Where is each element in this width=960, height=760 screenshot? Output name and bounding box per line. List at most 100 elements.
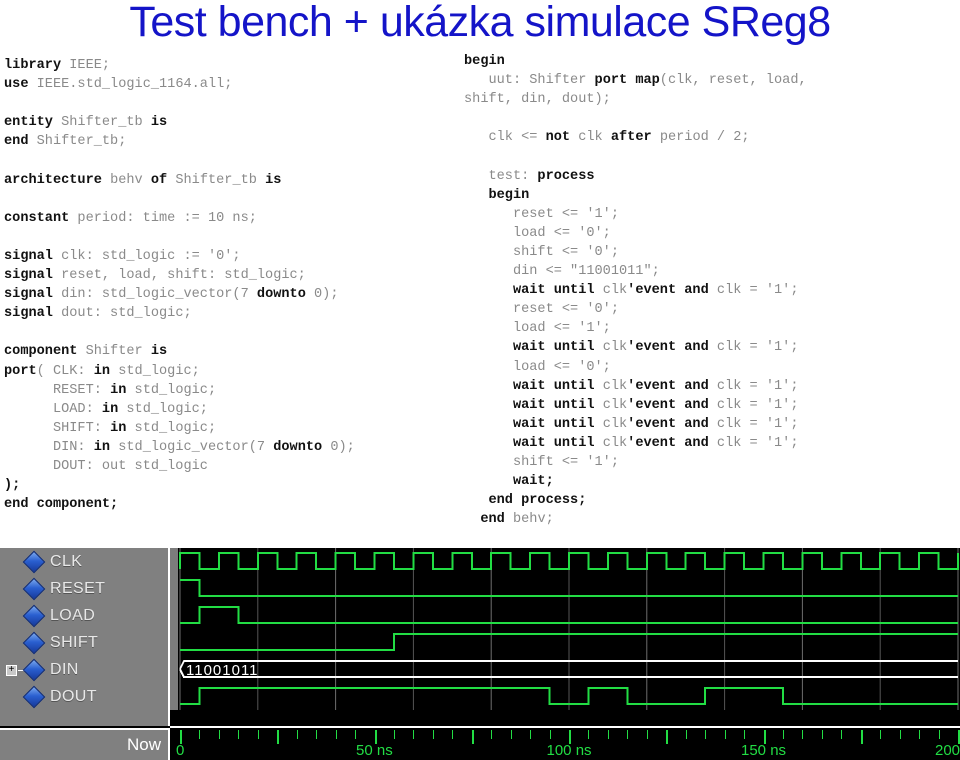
code-line: shift, din, dout); — [464, 92, 611, 108]
signal-diamond-icon — [22, 604, 46, 627]
waveform-canvas[interactable]: 11001011 — [170, 548, 960, 726]
code-line: wait until clk'event and clk = '1'; — [512, 378, 799, 394]
code-line: library IEEE; — [4, 58, 111, 73]
ruler-label: 150 ns — [741, 742, 787, 759]
ruler-tick-minor — [782, 730, 784, 739]
expand-icon[interactable]: + — [6, 665, 26, 676]
code-line: shift <= '0'; — [464, 244, 619, 260]
bus-value-label: 11001011 — [186, 662, 259, 679]
ruler-tick-minor — [607, 730, 609, 739]
ruler-tick-minor — [802, 730, 804, 739]
ruler-tick-major — [471, 730, 474, 744]
ruler-tick-minor — [627, 730, 629, 739]
ruler-tick-minor — [238, 730, 240, 739]
code-line: test: process — [464, 168, 595, 184]
code-line: port( CLK: in std_logic; — [4, 363, 200, 379]
waveform-viewer: CLK RESET LOAD SHIFT + DIN DOUT Now 11001011 0… — [0, 548, 960, 760]
ruler-label: 0 — [176, 742, 185, 759]
ruler-tick-minor — [218, 730, 220, 739]
ruler-tick-minor — [919, 730, 921, 739]
code-line: end process; — [488, 493, 587, 509]
ruler-tick-minor — [549, 730, 551, 739]
signal-diamond-icon — [22, 577, 46, 600]
code-line: shift <= '1'; — [464, 454, 619, 470]
code-line: signal dout: std_logic; — [4, 306, 192, 322]
ruler-tick-major — [277, 730, 280, 744]
ruler-tick-minor — [413, 730, 415, 739]
ruler-tick-minor — [530, 730, 532, 739]
code-line: load <= '0'; — [464, 225, 611, 241]
signal-names-panel: CLK RESET LOAD SHIFT + DIN DOUT — [0, 548, 170, 726]
ruler-tick-minor — [257, 730, 259, 739]
code-line: din <= "11001011"; — [464, 264, 660, 280]
signal-name-label: LOAD — [50, 606, 96, 624]
signal-name-label: SHIFT — [50, 633, 99, 651]
code-line: wait until clk'event and clk = '1'; — [512, 283, 799, 299]
ruler-tick-minor — [705, 730, 707, 739]
signal-row-reset[interactable]: RESET — [0, 575, 168, 602]
code-line: constant period: time := 10 ns; — [4, 210, 257, 226]
ruler-tick-minor — [432, 730, 434, 739]
ruler-tick-minor — [938, 730, 940, 739]
waveform-traces: 11001011 — [170, 548, 959, 710]
signal-diamond-icon — [22, 685, 46, 708]
code-line: begin — [464, 54, 505, 69]
signal-row-clk[interactable]: CLK — [0, 548, 168, 575]
signal-name-label: DIN — [50, 660, 79, 678]
code-line: wait; — [512, 474, 554, 490]
ruler-tick-minor — [841, 730, 843, 739]
code-line: DOUT: out std_logic — [4, 458, 208, 474]
code-line: signal clk: std_logic := '0'; — [4, 248, 241, 264]
signal-diamond-icon — [22, 550, 46, 573]
ruler-label: 200 — [935, 742, 960, 759]
ruler-tick-minor — [452, 730, 454, 739]
code-line: clk <= not clk after period / 2; — [464, 130, 750, 146]
code-line: wait until clk'event and clk = '1'; — [512, 435, 799, 451]
ruler-tick-minor — [588, 730, 590, 739]
code-line: reset <= '1'; — [464, 206, 619, 222]
signal-diamond-icon — [22, 658, 46, 681]
code-line: RESET: in std_logic; — [4, 382, 217, 398]
code-line: DIN: in std_logic_vector(7 downto 0); — [4, 439, 355, 455]
code-line: end behv; — [480, 512, 554, 528]
code-line: SHIFT: in std_logic; — [4, 420, 217, 436]
time-ruler[interactable]: 0 50 ns 100 ns 150 ns 200 — [170, 726, 960, 760]
signal-row-dout[interactable]: DOUT — [0, 683, 168, 710]
signal-row-load[interactable]: LOAD — [0, 602, 168, 629]
code-line: use IEEE.std_logic_1164.all; — [4, 77, 233, 93]
ruler-tick-minor — [199, 730, 201, 739]
signal-name-label: CLK — [50, 552, 83, 570]
vhdl-code-right-column: begin uut: Shifter port map(clk, reset, … — [464, 52, 807, 529]
code-line: signal din: std_logic_vector(7 downto 0)… — [4, 287, 339, 303]
vhdl-code-left-column: library IEEE; use IEEE.std_logic_1164.all… — [4, 56, 355, 514]
ruler-tick-minor — [880, 730, 882, 739]
code-line: reset <= '0'; — [464, 302, 619, 318]
ruler-tick-minor — [646, 730, 648, 739]
ruler-tick-minor — [821, 730, 823, 739]
code-line: load <= '1'; — [464, 321, 611, 337]
code-line: architecture behv of Shifter_tb is — [4, 172, 282, 188]
ruler-label: 100 ns — [546, 742, 592, 759]
ruler-tick-minor — [316, 730, 318, 739]
ruler-tick-major — [860, 730, 863, 744]
code-line: begin — [488, 187, 530, 203]
ruler-label: 50 ns — [356, 742, 393, 759]
code-line: wait until clk'event and clk = '1'; — [512, 416, 799, 432]
code-line: LOAD: in std_logic; — [4, 401, 208, 417]
now-label: Now — [126, 735, 161, 754]
code-line: wait until clk'event and clk = '1'; — [512, 397, 799, 413]
ruler-tick-minor — [393, 730, 395, 739]
signal-row-din[interactable]: + DIN — [0, 656, 168, 683]
ruler-tick-minor — [510, 730, 512, 739]
code-line: component Shifter is — [4, 344, 168, 360]
code-line: wait until clk'event and clk = '1'; — [512, 340, 799, 356]
signal-row-shift[interactable]: SHIFT — [0, 629, 168, 656]
now-panel: Now — [0, 728, 170, 760]
code-line: entity Shifter_tb is — [4, 115, 168, 131]
